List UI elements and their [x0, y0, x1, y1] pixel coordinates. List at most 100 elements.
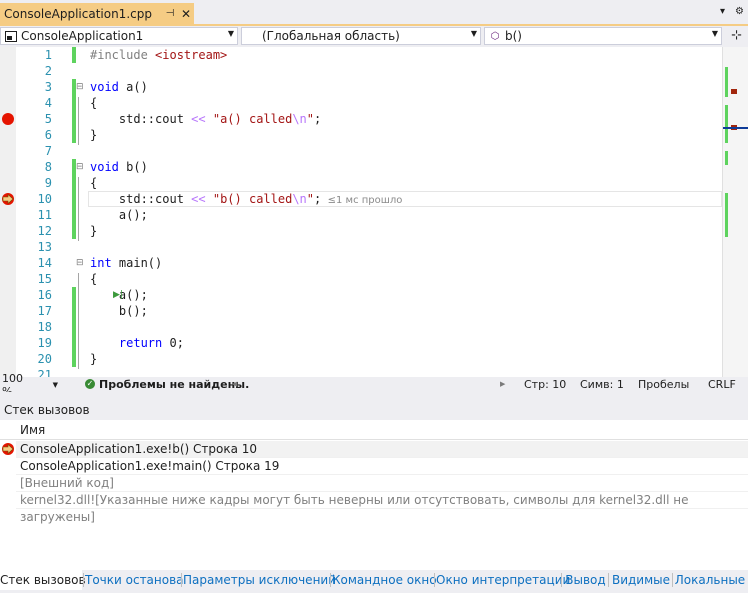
line-indicator[interactable]: Стр: 10	[524, 377, 566, 392]
tool-window-tab[interactable]: Стек вызовов	[0, 570, 86, 590]
code-text: return 0;	[118, 336, 184, 350]
line-number: 10	[37, 192, 52, 206]
scroll-change-marker	[725, 193, 728, 237]
scroll-breakpoint-marker	[731, 89, 737, 94]
code-text: }	[90, 128, 98, 142]
scope-combo-value: (Глобальная область)	[262, 29, 400, 43]
code-text: a();	[90, 208, 148, 222]
call-stack-frame[interactable]: ConsoleApplication1.exe!main() Строка 19	[16, 458, 748, 475]
breakpoint-icon[interactable]	[2, 113, 14, 125]
column-indicator[interactable]: Симв: 1	[580, 377, 624, 392]
line-number: 1	[44, 48, 52, 62]
code-text: {	[90, 176, 98, 190]
tab-list-dropdown-icon[interactable]: ▾	[720, 6, 725, 17]
pin-icon[interactable]: ⊣	[162, 8, 178, 19]
gear-icon[interactable]: ⚙	[735, 6, 744, 17]
code-line[interactable]: 10 std::cout << "b() called\n"; ≤1 мс пр…	[16, 191, 722, 207]
code-line[interactable]: 4{	[16, 95, 722, 111]
line-number: 4	[44, 96, 52, 110]
line-number: 7	[44, 144, 52, 158]
tool-window-tab[interactable]: Параметры исключений	[183, 570, 336, 590]
panel-splitter[interactable]	[0, 392, 748, 400]
code-line[interactable]: 15 {	[16, 271, 722, 287]
code-line[interactable]: 2	[16, 63, 722, 79]
code-line[interactable]: 19 return 0;	[16, 335, 722, 351]
line-number: 20	[37, 352, 52, 366]
collapse-icon[interactable]: ⊟	[76, 258, 84, 268]
code-text: {	[90, 272, 98, 286]
code-text: void a()	[90, 80, 148, 94]
scroll-change-marker	[725, 105, 728, 143]
split-window-icon[interactable]: ⊹	[731, 28, 742, 43]
change-tracking-bar	[72, 287, 76, 367]
code-line[interactable]: 6}	[16, 127, 722, 143]
scroll-caret-marker	[723, 127, 748, 129]
line-number: 12	[37, 224, 52, 238]
column-header-name[interactable]: Имя	[16, 420, 748, 440]
code-text: int main()	[90, 256, 163, 270]
project-combo[interactable]: ConsoleApplication1 ▼	[0, 27, 238, 45]
call-stack-frame[interactable]: kernel32.dll![Указанные ниже кадры могут…	[16, 492, 748, 524]
vertical-scrollbar[interactable]	[722, 47, 748, 377]
tool-window-tab[interactable]: Окно интерпретации	[436, 570, 570, 590]
tool-window-tab[interactable]: Вывод	[563, 570, 608, 590]
indicator-margin[interactable]	[0, 47, 16, 377]
change-tracking-bar	[72, 79, 76, 143]
code-line[interactable]: 9{	[16, 175, 722, 191]
code-line[interactable]: 17 b();	[16, 303, 722, 319]
chevron-down-icon: ▼	[711, 29, 718, 38]
scope-combo[interactable]: (Глобальная область) ▼	[241, 27, 481, 45]
navigation-bar: ConsoleApplication1 ▼ (Глобальная област…	[0, 26, 748, 46]
tool-window-tab[interactable]: Локальные	[674, 570, 746, 590]
line-number: 5	[44, 112, 52, 126]
eol-indicator[interactable]: CRLF	[708, 377, 736, 392]
code-editor[interactable]: 1 #include <iostream> 2 3 void a() ⊟ 4{5 std::…	[0, 47, 748, 377]
code-line[interactable]: 21	[16, 367, 722, 377]
run-to-click-icon[interactable]: ▶|	[113, 290, 123, 300]
code-line[interactable]: 14 int main()	[16, 255, 722, 271]
tab-separator	[83, 573, 84, 587]
zoom-combo[interactable]: 100 % ▼	[2, 372, 58, 398]
tool-window-tab[interactable]: Точки останова	[85, 570, 184, 590]
line-number: 11	[37, 208, 52, 222]
document-tab[interactable]: ConsoleApplication1.cpp ⊣ ✕	[0, 3, 194, 24]
collapse-icon[interactable]: ⊟	[76, 82, 84, 92]
line-number: 18	[37, 320, 52, 334]
whitespace-indicator[interactable]: Пробелы	[638, 377, 689, 392]
panel-title: Стек вызовов	[0, 400, 748, 420]
code-line[interactable]: 20}	[16, 351, 722, 367]
code-line[interactable]: 18	[16, 319, 722, 335]
code-line[interactable]: 5 std::cout << "a() called\n";	[16, 111, 722, 127]
collapse-icon[interactable]: ⊟	[76, 162, 84, 172]
close-icon[interactable]: ✕	[178, 7, 194, 21]
line-number: 14	[37, 256, 52, 270]
code-line[interactable]: 12}	[16, 223, 722, 239]
code-line[interactable]: 7	[16, 143, 722, 159]
column-header-gutter	[0, 420, 16, 440]
call-stack-frame[interactable]: ConsoleApplication1.exe!b() Строка 10	[16, 441, 748, 458]
code-area[interactable]: 1 #include <iostream> 2 3 void a() ⊟ 4{5 std::…	[16, 47, 722, 377]
code-line[interactable]: 11 a();	[16, 207, 722, 223]
member-combo-value: b()	[505, 29, 522, 43]
code-line[interactable]: 1 #include <iostream>	[16, 47, 722, 63]
tool-window-tab[interactable]: Командное окно	[332, 570, 437, 590]
call-stack-frame[interactable]: [Внешний код]	[16, 475, 748, 492]
scroll-change-marker	[725, 151, 728, 165]
line-number: 2	[44, 64, 52, 78]
tab-separator	[434, 573, 435, 587]
chevron-down-icon: ▼	[227, 29, 234, 38]
code-line[interactable]: 13	[16, 239, 722, 255]
code-line[interactable]: 8 void b()	[16, 159, 722, 175]
tool-window-tab[interactable]: Видимые	[610, 570, 672, 590]
document-tab-bar: ConsoleApplication1.cpp ⊣ ✕ ▾ ⚙	[0, 0, 748, 24]
perf-tip[interactable]: ≤1 мс прошло	[321, 195, 403, 206]
scroll-right-icon[interactable]: ▶	[500, 380, 505, 388]
chevron-down-icon: ▼	[470, 29, 477, 38]
current-frame-arrow-icon	[2, 443, 14, 455]
member-combo[interactable]: ⬡ b() ▼	[484, 27, 722, 45]
scroll-left-icon[interactable]: ◀	[232, 380, 237, 388]
issues-status[interactable]: Проблемы не найдены.	[99, 377, 249, 392]
line-number: 8	[44, 160, 52, 174]
code-line[interactable]: 3 void a()	[16, 79, 722, 95]
breakpoint-current-instruction-icon[interactable]	[1, 193, 15, 205]
